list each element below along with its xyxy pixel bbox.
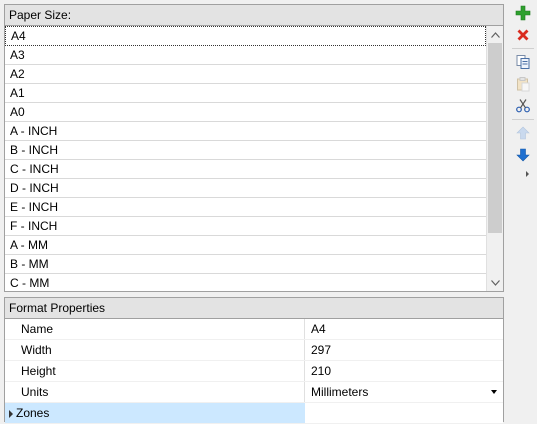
property-name: Units bbox=[5, 382, 305, 402]
paper-size-item[interactable]: C - INCH bbox=[5, 160, 486, 179]
paper-size-item[interactable]: A4 bbox=[5, 26, 486, 46]
property-value-height[interactable]: 210 bbox=[305, 361, 503, 381]
paper-size-item[interactable]: B - MM bbox=[5, 255, 486, 274]
paper-size-list[interactable]: A4 A3 A2 A1 A0 A - INCH B - INCH C - INCH D - IN… bbox=[5, 26, 486, 291]
property-row-width[interactable]: Width 297 bbox=[5, 340, 503, 361]
property-value-width[interactable]: 297 bbox=[305, 340, 503, 360]
move-down-button[interactable] bbox=[514, 147, 532, 165]
property-name: Width bbox=[5, 340, 305, 360]
property-row-zones[interactable]: Zones bbox=[5, 403, 503, 424]
arrow-down-icon bbox=[515, 147, 531, 166]
property-grid: Name A4 Width 297 Height 210 Units Milli… bbox=[5, 319, 503, 424]
paper-size-item[interactable]: C - MM bbox=[5, 274, 486, 291]
paper-size-item[interactable]: A2 bbox=[5, 65, 486, 84]
delete-button[interactable] bbox=[514, 27, 532, 45]
property-value-zones bbox=[305, 403, 503, 423]
paper-size-item[interactable]: A3 bbox=[5, 46, 486, 65]
property-name: Zones bbox=[16, 406, 50, 420]
copy-button[interactable] bbox=[514, 54, 532, 72]
move-up-button[interactable] bbox=[514, 125, 532, 143]
paper-size-list-container: A4 A3 A2 A1 A0 A - INCH B - INCH C - INCH D - IN… bbox=[5, 26, 503, 291]
paper-size-panel: Paper Size: A4 A3 A2 A1 A0 A - INCH B - INCH C … bbox=[4, 4, 504, 292]
toolbar-separator bbox=[512, 48, 534, 49]
units-dropdown-value: Millimeters bbox=[311, 385, 369, 399]
paper-size-item[interactable]: E - INCH bbox=[5, 198, 486, 217]
paper-size-item[interactable]: B - INCH bbox=[5, 141, 486, 160]
property-value-name[interactable]: A4 bbox=[305, 319, 503, 339]
paper-size-item[interactable]: A0 bbox=[5, 103, 486, 122]
cut-icon bbox=[515, 98, 531, 117]
property-row-height[interactable]: Height 210 bbox=[5, 361, 503, 382]
paper-size-scrollbar[interactable] bbox=[486, 26, 503, 291]
expand-arrow-icon[interactable] bbox=[9, 409, 13, 418]
paste-icon bbox=[515, 76, 531, 95]
copy-icon bbox=[515, 54, 531, 73]
cut-button[interactable] bbox=[514, 98, 532, 116]
property-row-name[interactable]: Name A4 bbox=[5, 319, 503, 340]
property-name: Name bbox=[5, 319, 305, 339]
paper-size-item[interactable]: A1 bbox=[5, 84, 486, 103]
property-name: Height bbox=[5, 361, 305, 381]
dropdown-arrow-icon[interactable] bbox=[491, 390, 497, 394]
scroll-down-icon[interactable] bbox=[487, 274, 503, 291]
units-dropdown[interactable]: Millimeters bbox=[305, 382, 503, 402]
paper-size-item[interactable]: F - INCH bbox=[5, 217, 486, 236]
add-icon bbox=[515, 5, 531, 24]
scroll-up-icon[interactable] bbox=[487, 26, 503, 43]
format-properties-panel: Format Properties Name A4 Width 297 Heig… bbox=[4, 297, 504, 424]
paper-size-item[interactable]: A - INCH bbox=[5, 122, 486, 141]
scroll-thumb[interactable] bbox=[488, 43, 502, 233]
format-properties-header: Format Properties bbox=[5, 298, 503, 319]
arrow-up-icon bbox=[515, 125, 531, 144]
right-toolbar bbox=[508, 0, 537, 422]
toolbar-separator bbox=[512, 119, 534, 120]
add-button[interactable] bbox=[514, 5, 532, 23]
paste-button[interactable] bbox=[514, 76, 532, 94]
toolbar-overflow-icon[interactable] bbox=[526, 171, 529, 177]
property-row-units[interactable]: Units Millimeters bbox=[5, 382, 503, 403]
paper-size-item[interactable]: D - INCH bbox=[5, 179, 486, 198]
paper-size-item[interactable]: A - MM bbox=[5, 236, 486, 255]
zones-group-header[interactable]: Zones bbox=[5, 403, 305, 423]
delete-icon bbox=[515, 27, 531, 46]
paper-size-header: Paper Size: bbox=[5, 5, 503, 26]
